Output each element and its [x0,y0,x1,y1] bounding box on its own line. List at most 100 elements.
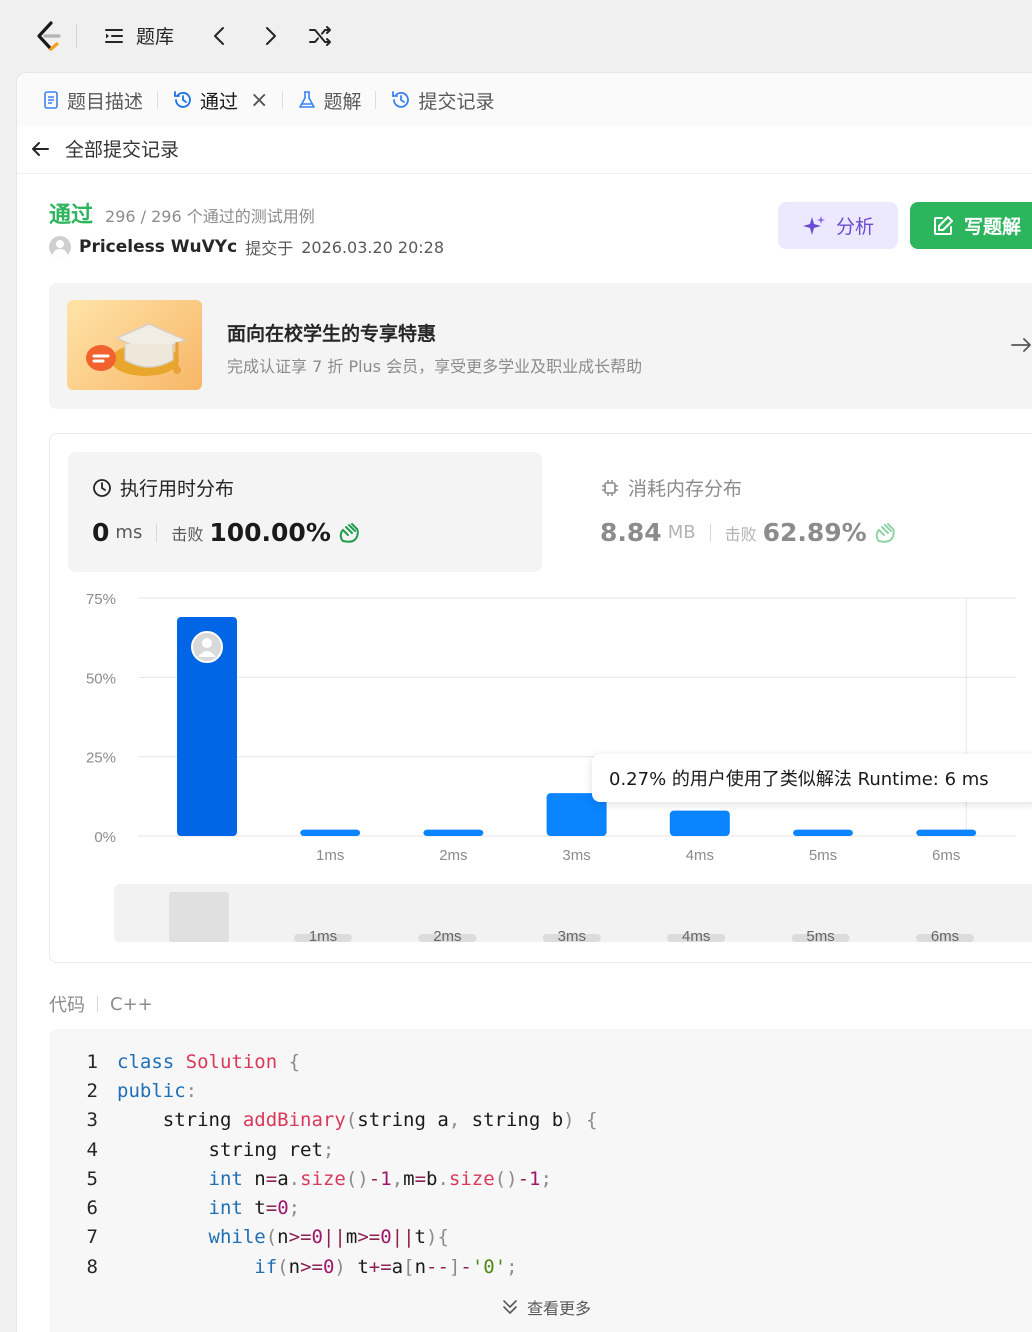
line-number: 4 [86,1138,98,1161]
chart-bar[interactable] [793,829,853,836]
code-token: 0 [380,1226,392,1249]
code-token: 0 [277,1197,289,1220]
code-token: Solution [185,1050,278,1073]
arrow-right-icon[interactable] [1009,333,1032,357]
back-to-submissions[interactable]: 全部提交记录 [29,135,179,162]
code-token: m [403,1167,415,1190]
code-token: { [586,1109,598,1132]
code-token: () [345,1167,369,1190]
code-lines: 1 class Solution {2 public: 3 string addBin… [49,1047,598,1281]
code-token: public [117,1079,186,1102]
doc-icon [44,91,58,109]
code-line: 3 string addBinary(string a, string b) { [49,1106,598,1135]
code-token: m [345,1226,358,1249]
promo-title: 面向在校学生的专享特惠 [227,323,437,345]
username[interactable]: Priceless WuVYc [79,237,237,257]
code-language: C++ [110,993,153,1015]
code-viewer[interactable]: 1 class Solution {2 public: 3 string addBin… [49,1029,1032,1332]
range-selected-bar [169,892,229,942]
code-line: 4 string ret; [49,1135,598,1164]
code-token: 1 [529,1167,541,1190]
code-line: 1 class Solution { [49,1047,598,1076]
tab-solutions[interactable]: 题解 [293,73,365,127]
code-token: ; [322,1138,335,1161]
library-label: 题库 [136,26,175,48]
chart-bar[interactable] [669,810,730,836]
code-token: while [208,1226,266,1249]
problem-list-button[interactable]: 题库 [102,22,174,49]
code-token: a [391,1255,404,1278]
analyze-button[interactable]: 分析 [778,202,898,249]
tab-accepted[interactable]: 通过 × [168,73,272,127]
next-problem-button[interactable] [256,22,284,50]
flask-icon [299,91,316,108]
tab-divider [375,91,377,109]
tab-submissions-label: 提交记录 [418,90,495,113]
tab-bar: 题目描述 通过 × 题解 提交记录 [17,73,1032,127]
y-tick-label: 50% [86,670,116,687]
avatar-head [202,638,212,649]
main-panel: 题目描述 通过 × 题解 提交记录 全部提交记录 通过 296 / 296 个通… [16,72,1032,1332]
code-token: ) [334,1255,346,1278]
runtime-card[interactable]: 执行用时分布 0 ms 击败 100.00% [68,452,542,572]
prev-problem-button[interactable] [206,22,234,50]
code-token: ){ [426,1226,449,1249]
sparkle-icon [802,215,825,235]
code-token: n [242,1167,266,1190]
performance-section: 执行用时分布 0 ms 击败 100.00% 消耗内存分布 8.84 MB 击败… [49,433,1032,963]
code-token: += [368,1255,392,1278]
graduation-cap-icon [86,323,187,376]
arrow-left-icon [32,141,49,156]
runtime-unit: ms [115,522,143,543]
tab-description[interactable]: 题目描述 [37,73,147,127]
close-tab-icon[interactable]: × [250,88,268,113]
tab-submissions[interactable]: 提交记录 [386,73,498,127]
avatar[interactable] [49,236,71,258]
range-tick-label: 5ms [806,928,834,945]
show-more-button[interactable]: 查看更多 [501,1295,591,1319]
clock-icon [93,478,111,497]
random-problem-button[interactable] [306,22,334,50]
status-accepted: 通过 [49,203,94,228]
leetcode-logo-icon[interactable] [30,18,66,54]
chart-bar[interactable] [916,829,977,836]
code-token: ; [540,1167,552,1190]
tab-solutions-label: 题解 [323,90,362,113]
code-token: n [277,1226,289,1249]
code-token: addBinary [242,1109,346,1132]
history-icon [174,91,191,108]
code-token: t [414,1226,426,1249]
code-token: class [117,1050,175,1073]
memory-card[interactable]: 消耗内存分布 [600,474,742,501]
code-line: 8 if(n >= 0) t += a[n --] - '0'; [49,1252,598,1281]
memory-unit: MB [667,522,696,543]
code-token: . [288,1167,301,1190]
range-tick-label: 4ms [682,928,710,945]
divider [17,173,1032,174]
graduation-cap-image [67,300,202,390]
chevron-left-icon [214,27,224,45]
line-number: 2 [86,1079,98,1102]
chart-bar[interactable] [423,829,484,836]
code-token: 0 [322,1255,335,1278]
back-label: 全部提交记录 [65,139,180,161]
line-number: 5 [86,1167,98,1190]
code-token: - [368,1167,381,1190]
edit-icon [934,215,953,235]
x-tick-label: 4ms [686,847,714,864]
code-line: 5 int n = a. size() -1, m = b. size() -1; [49,1164,598,1193]
chart-bar[interactable] [300,829,361,836]
runtime-beat-value: 100.00% [209,518,331,547]
write-solution-button[interactable]: 写题解 [910,202,1032,249]
code-token: t [242,1197,266,1220]
y-tick-label: 0% [94,829,116,846]
code-token: - [460,1255,472,1278]
code-token: - [517,1167,530,1190]
code-token: ( [345,1109,358,1132]
divider [709,523,711,542]
student-promo-banner[interactable]: 面向在校学生的专享特惠 完成认证享 7 折 Plus 会员，享受更多学业及职业成… [49,283,1032,409]
